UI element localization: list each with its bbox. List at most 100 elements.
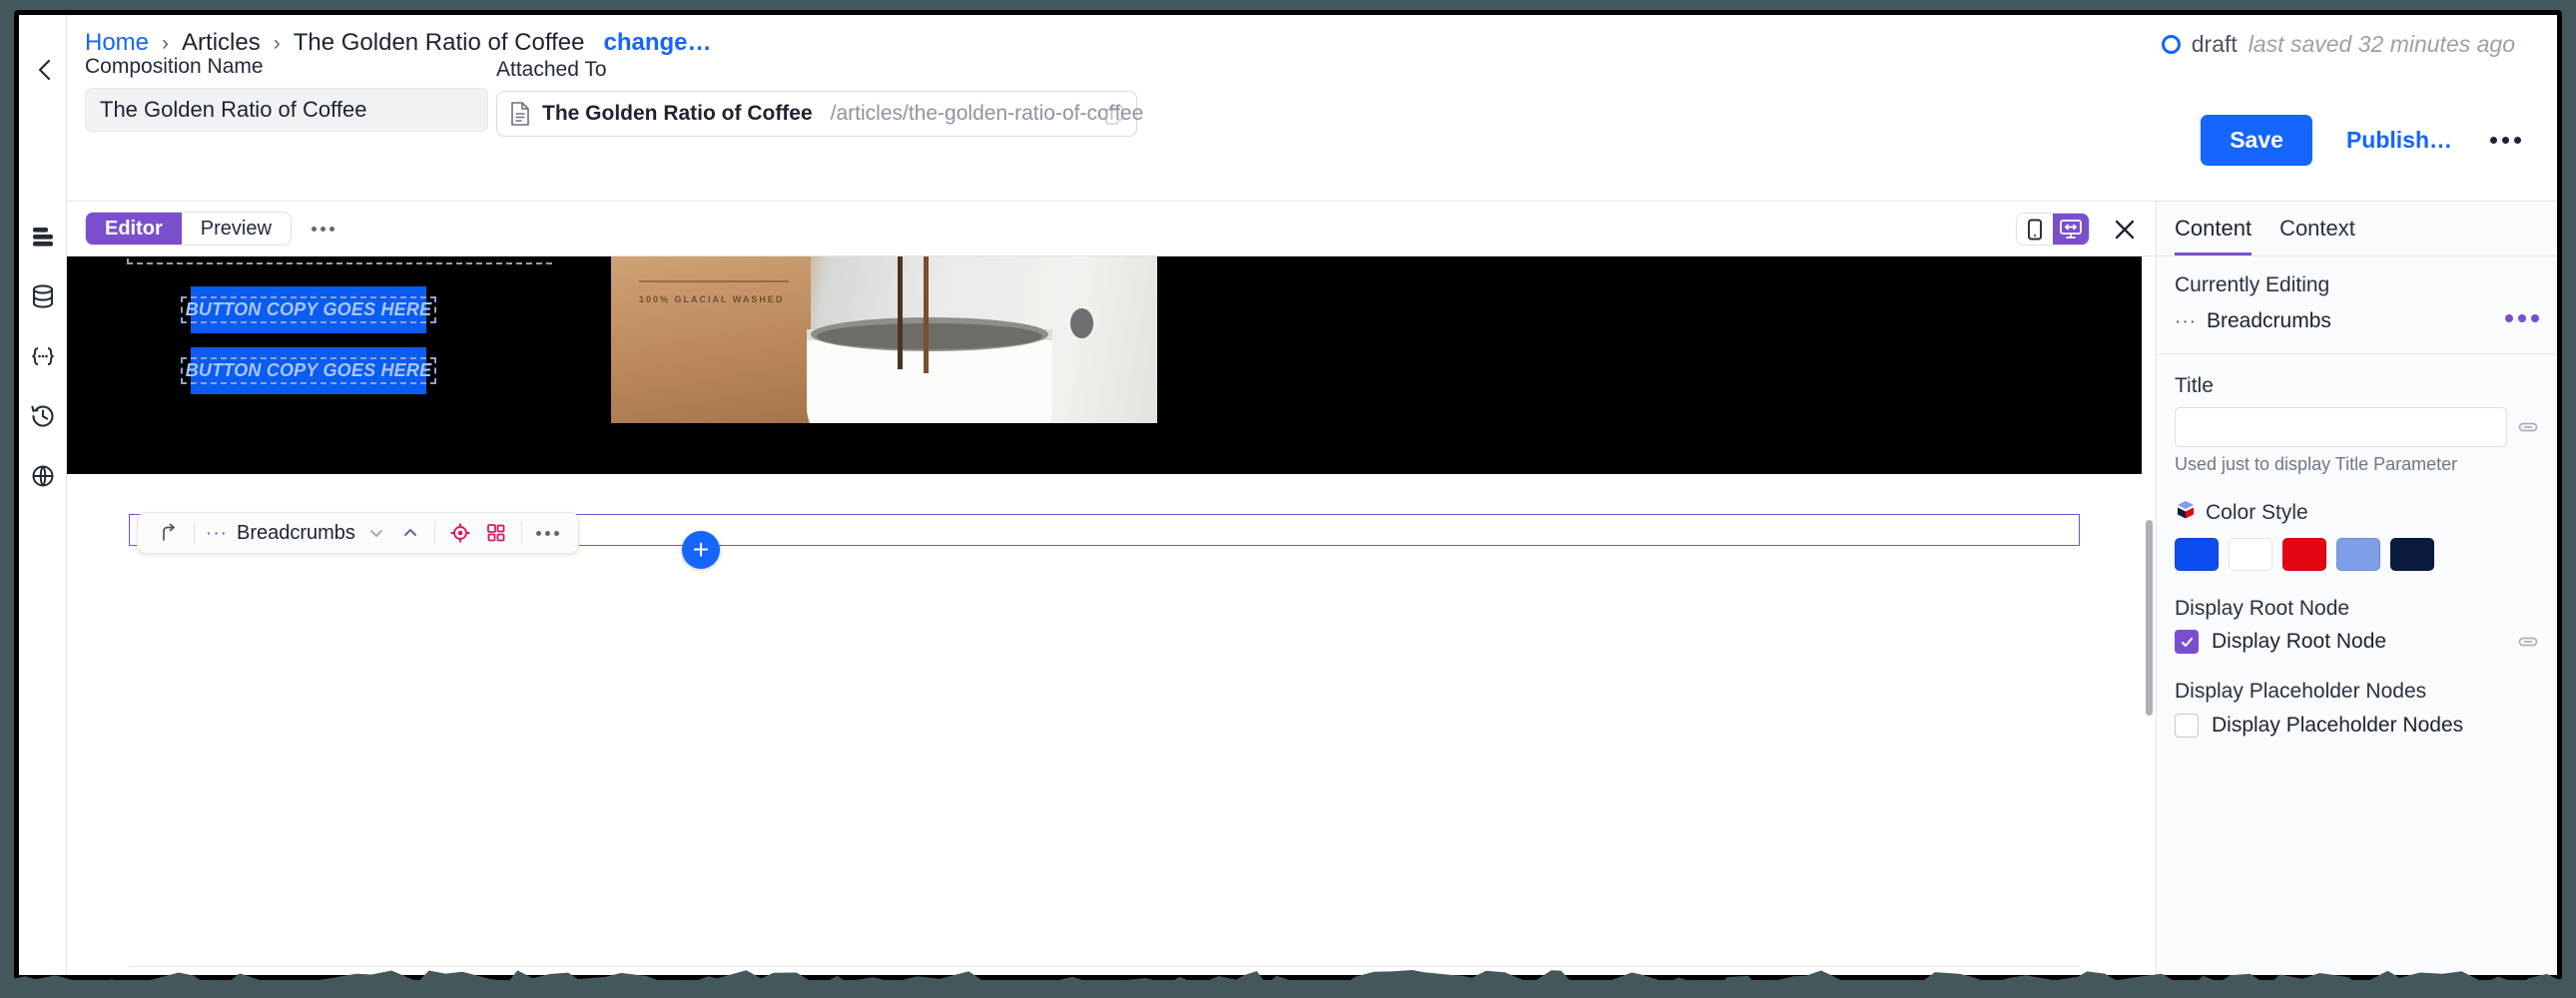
color-swatch[interactable] bbox=[2229, 538, 2272, 571]
hero-cta-label: BUTTON COPY GOES HERE bbox=[180, 296, 437, 323]
properties-panel: Content Context Currently Editing ··· Br… bbox=[2156, 202, 2557, 975]
link-parameter-icon[interactable] bbox=[2517, 416, 2539, 438]
close-icon[interactable] bbox=[2110, 215, 2140, 245]
component-toolbar: ··· Breadcrumbs bbox=[137, 512, 579, 554]
target-icon[interactable] bbox=[442, 513, 478, 553]
component-label-group[interactable]: ··· Breadcrumbs bbox=[202, 522, 359, 545]
coffee-bag-rule bbox=[639, 280, 789, 282]
display-placeholder-nodes-checkbox[interactable] bbox=[2175, 714, 2199, 738]
color-swatch-list bbox=[2175, 538, 2539, 571]
screen-root: Home › Articles › The Golden Ratio of Co… bbox=[0, 0, 2576, 998]
hero-cta-button[interactable]: BUTTON COPY GOES HERE bbox=[180, 347, 437, 394]
add-component-button[interactable]: + bbox=[682, 531, 720, 569]
breadcrumb-item-current: The Golden Ratio of Coffee bbox=[293, 29, 585, 56]
display-root-node-checkbox[interactable] bbox=[2175, 630, 2199, 654]
component-more-icon[interactable] bbox=[529, 530, 566, 536]
breadcrumb-item-articles[interactable]: Articles bbox=[182, 29, 261, 57]
machine-knob bbox=[1070, 308, 1093, 338]
mode-toggle: Editor Preview bbox=[85, 212, 292, 246]
status-area: draft last saved 32 minutes ago bbox=[2161, 31, 2515, 58]
tab-context[interactable]: Context bbox=[2279, 216, 2355, 255]
copy-icon[interactable] bbox=[1104, 104, 1124, 125]
breadcrumb-item-home[interactable]: Home bbox=[85, 29, 149, 57]
color-swatch[interactable] bbox=[2282, 538, 2326, 571]
tab-preview[interactable]: Preview bbox=[181, 213, 291, 245]
color-stack-icon bbox=[2175, 499, 2197, 526]
hero-selection-outline bbox=[127, 256, 552, 264]
display-root-node-row: Display Root Node bbox=[2175, 630, 2539, 654]
header-actions: Save Publish… bbox=[2201, 115, 2523, 166]
currently-editing-name: Breadcrumbs bbox=[2206, 309, 2331, 332]
status-badge: draft bbox=[2191, 31, 2238, 57]
display-root-node-checkbox-row[interactable]: Display Root Node bbox=[2175, 630, 2507, 654]
color-swatch[interactable] bbox=[2390, 538, 2434, 571]
title-property: Title Used just to display Title Paramet… bbox=[2175, 374, 2539, 475]
document-icon bbox=[509, 101, 531, 127]
globe-icon[interactable] bbox=[26, 459, 60, 493]
code-braces-icon[interactable] bbox=[26, 339, 60, 373]
components-icon[interactable] bbox=[478, 513, 514, 553]
composition-name-input[interactable] bbox=[85, 88, 488, 132]
coffee-stream bbox=[898, 256, 903, 369]
canvas-scrollbar[interactable] bbox=[2146, 520, 2153, 716]
display-placeholder-nodes-property: Display Placeholder Nodes Display Placeh… bbox=[2175, 680, 2539, 738]
toolbar-divider bbox=[194, 522, 195, 544]
canvas-divider bbox=[129, 966, 2080, 967]
breadcrumb-change-link[interactable]: change… bbox=[603, 29, 711, 57]
selected-component: ··· Breadcrumbs + bbox=[67, 512, 2142, 569]
color-swatch[interactable] bbox=[2175, 538, 2219, 571]
back-rail bbox=[19, 15, 67, 202]
save-button[interactable]: Save bbox=[2201, 115, 2312, 166]
layers-icon[interactable] bbox=[26, 220, 60, 253]
app-window: Home › Articles › The Golden Ratio of Co… bbox=[14, 10, 2562, 980]
component-name-label: Breadcrumbs bbox=[236, 521, 355, 544]
currently-editing-more-icon[interactable] bbox=[2505, 314, 2539, 322]
desktop-responsive-icon[interactable] bbox=[2053, 214, 2089, 245]
currently-editing-row[interactable]: ··· Breadcrumbs bbox=[2175, 309, 2539, 333]
breadcrumb: Home › Articles › The Golden Ratio of Co… bbox=[85, 29, 712, 57]
last-saved-text: last saved 32 minutes ago bbox=[2248, 31, 2515, 57]
editor-toolbar: Editor Preview bbox=[67, 202, 2156, 256]
editor-column: Editor Preview BUTTON COPY GOES HERE BUT… bbox=[67, 202, 2156, 975]
device-toggle bbox=[2016, 213, 2090, 246]
display-placeholder-nodes-checkbox-row[interactable]: Display Placeholder Nodes bbox=[2175, 714, 2539, 738]
coffee-stream bbox=[924, 256, 929, 373]
composition-name-block: Composition Name bbox=[85, 55, 488, 132]
hero-cta-button[interactable]: BUTTON COPY GOES HERE bbox=[180, 286, 437, 333]
header-more-icon[interactable] bbox=[2488, 131, 2523, 150]
hero-backdrop bbox=[1157, 256, 2142, 423]
tab-content[interactable]: Content bbox=[2175, 216, 2253, 255]
move-up-icon[interactable] bbox=[150, 513, 187, 553]
panel-body: Title Used just to display Title Paramet… bbox=[2157, 354, 2557, 738]
display-placeholder-nodes-checkbox-label: Display Placeholder Nodes bbox=[2212, 714, 2464, 737]
hero-cta-label: BUTTON COPY GOES HERE bbox=[180, 357, 437, 384]
mobile-icon[interactable] bbox=[2017, 214, 2053, 245]
attached-to-field[interactable]: The Golden Ratio of Coffee /articles/the… bbox=[496, 91, 1143, 137]
editor-more-icon[interactable] bbox=[309, 219, 337, 240]
title-field-label: Title bbox=[2175, 374, 2214, 397]
publish-button[interactable]: Publish… bbox=[2346, 127, 2452, 154]
attached-to-title: The Golden Ratio of Coffee bbox=[542, 102, 813, 125]
color-style-header: Color Style bbox=[2175, 499, 2539, 526]
chevron-down-icon[interactable] bbox=[359, 513, 393, 553]
breadcrumb-separator: › bbox=[273, 32, 281, 55]
icon-rail bbox=[19, 202, 67, 975]
color-style-label: Color Style bbox=[2206, 500, 2308, 524]
link-parameter-icon[interactable] bbox=[2517, 631, 2539, 653]
component-dots-icon: ··· bbox=[206, 522, 228, 544]
component-dots-icon: ··· bbox=[2175, 310, 2197, 332]
title-field-help: Used just to display Title Parameter bbox=[2175, 454, 2458, 474]
attached-to-block: Attached To The Golden Ratio of Coffee /… bbox=[496, 58, 1143, 137]
title-input[interactable] bbox=[2175, 407, 2507, 447]
breadcrumb-separator: › bbox=[162, 32, 170, 55]
display-root-node-label: Display Root Node bbox=[2175, 597, 2350, 620]
color-swatch[interactable] bbox=[2336, 538, 2380, 571]
tab-editor[interactable]: Editor bbox=[86, 213, 182, 245]
database-icon[interactable] bbox=[26, 279, 60, 313]
attached-to-label: Attached To bbox=[496, 58, 607, 81]
panel-tabs: Content Context bbox=[2157, 202, 2557, 256]
back-icon[interactable] bbox=[33, 57, 59, 83]
chevron-up-icon[interactable] bbox=[393, 513, 427, 553]
history-icon[interactable] bbox=[26, 399, 60, 433]
coffee-bag-caption: 100% GLACIAL WASHED bbox=[639, 294, 785, 304]
